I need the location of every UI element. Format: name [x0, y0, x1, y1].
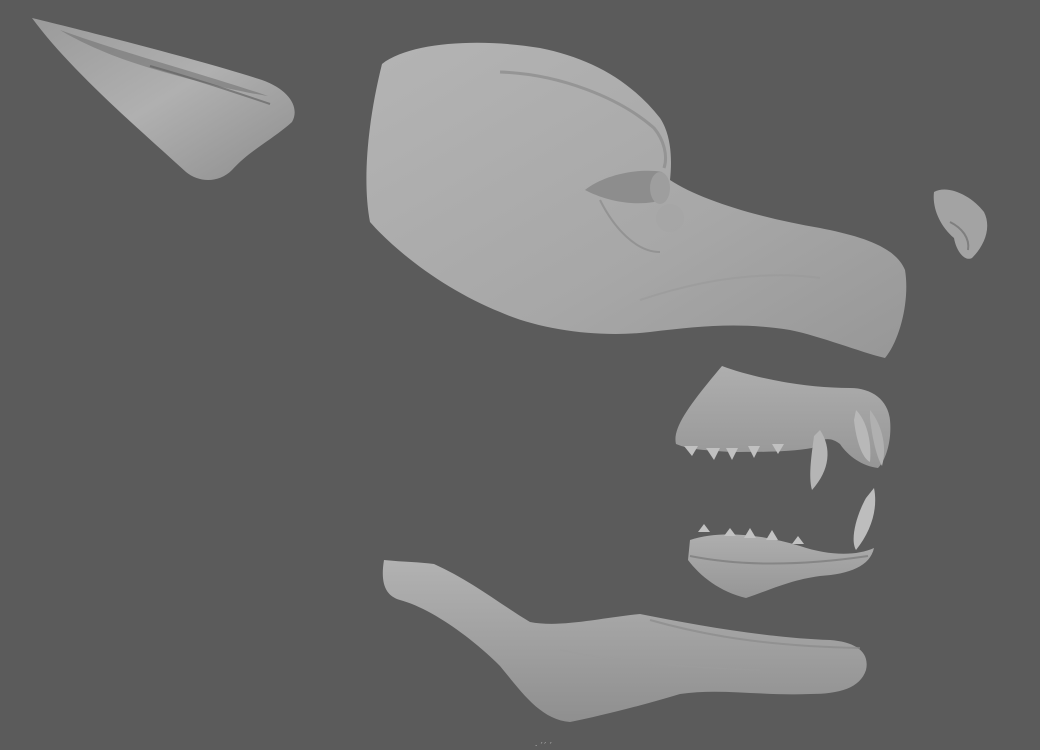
nose-tip-mesh[interactable]: [933, 189, 988, 259]
model-scene[interactable]: [0, 0, 1040, 750]
3d-viewport[interactable]: · ˊˊ ˊ: [0, 0, 1040, 750]
viewport-bottom-text: · ˊˊ ˊ: [535, 742, 553, 750]
head-upper-mesh[interactable]: [366, 42, 907, 358]
lower-teeth-mesh[interactable]: [688, 488, 876, 598]
ear-mesh[interactable]: [32, 18, 295, 180]
lower-jaw-mesh[interactable]: [382, 560, 867, 722]
upper-gums-teeth-mesh[interactable]: [675, 366, 891, 490]
